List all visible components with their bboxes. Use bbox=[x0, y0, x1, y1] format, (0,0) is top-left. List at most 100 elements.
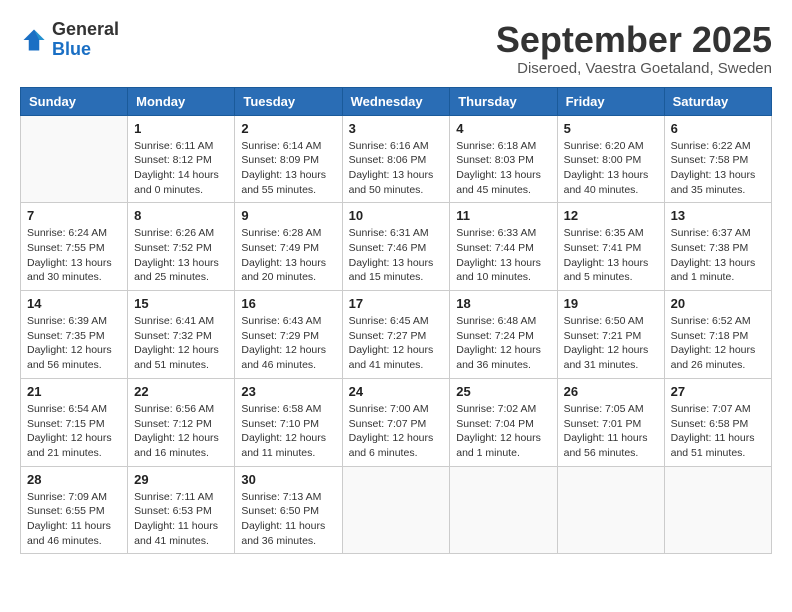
calendar-cell: 24 Sunrise: 7:00 AMSunset: 7:07 PMDayligh… bbox=[342, 378, 450, 466]
calendar-cell bbox=[557, 466, 664, 554]
calendar-cell: 30Sunrise: 7:13 AMSunset: 6:50 PMDayligh… bbox=[235, 466, 342, 554]
calendar-cell: 14Sunrise: 6:39 AMSunset: 7:35 PMDayligh… bbox=[21, 291, 128, 379]
calendar-cell: 17Sunrise: 6:45 AMSunset: 7:27 PMDayligh… bbox=[342, 291, 450, 379]
calendar-cell: 16Sunrise: 6:43 AMSunset: 7:29 PMDayligh… bbox=[235, 291, 342, 379]
day-info: Sunrise: 6:52 AMSunset: 7:18 PMDaylight:… bbox=[671, 314, 765, 373]
week-row-4: 21 Sunrise: 6:54 AMSunset: 7:15 PMDayligh… bbox=[21, 378, 772, 466]
logo-icon bbox=[20, 26, 48, 54]
day-info: Sunrise: 7:07 AMSunset: 6:58 PMDaylight:… bbox=[671, 402, 765, 461]
day-info: Sunrise: 6:50 AMSunset: 7:21 PMDaylight:… bbox=[564, 314, 658, 373]
calendar-cell: 20 Sunrise: 6:52 AMSunset: 7:18 PMDayligh… bbox=[664, 291, 771, 379]
calendar-cell bbox=[342, 466, 450, 554]
location: Diseroed, Vaestra Goetaland, Sweden bbox=[496, 60, 772, 77]
day-info: Sunrise: 6:16 AMSunset: 8:06 PMDaylight:… bbox=[349, 139, 444, 198]
day-number: 27 bbox=[671, 384, 765, 399]
day-info: Sunrise: 6:18 AMSunset: 8:03 PMDaylight:… bbox=[456, 139, 550, 198]
calendar-cell: 3 Sunrise: 6:16 AMSunset: 8:06 PMDaylight… bbox=[342, 115, 450, 203]
logo-text: General Blue bbox=[52, 20, 119, 60]
day-info: Sunrise: 7:05 AMSunset: 7:01 PMDaylight:… bbox=[564, 402, 658, 461]
week-row-2: 7Sunrise: 6:24 AMSunset: 7:55 PMDaylight… bbox=[21, 203, 772, 291]
weekday-header-row: SundayMondayTuesdayWednesdayThursdayFrid… bbox=[21, 87, 772, 115]
calendar-cell: 19 Sunrise: 6:50 AMSunset: 7:21 PMDayligh… bbox=[557, 291, 664, 379]
day-number: 21 bbox=[27, 384, 121, 399]
day-number: 10 bbox=[349, 208, 444, 223]
calendar-cell: 5 Sunrise: 6:20 AMSunset: 8:00 PMDaylight… bbox=[557, 115, 664, 203]
calendar-cell: 18 Sunrise: 6:48 AMSunset: 7:24 PMDayligh… bbox=[450, 291, 557, 379]
day-info: Sunrise: 6:35 AMSunset: 7:41 PMDaylight:… bbox=[564, 226, 658, 285]
day-info: Sunrise: 7:00 AMSunset: 7:07 PMDaylight:… bbox=[349, 402, 444, 461]
calendar-cell: 7Sunrise: 6:24 AMSunset: 7:55 PMDaylight… bbox=[21, 203, 128, 291]
calendar-cell: 1Sunrise: 6:11 AMSunset: 8:12 PMDaylight… bbox=[128, 115, 235, 203]
day-info: Sunrise: 6:39 AMSunset: 7:35 PMDaylight:… bbox=[27, 314, 121, 373]
day-number: 20 bbox=[671, 296, 765, 311]
weekday-header-sunday: Sunday bbox=[21, 87, 128, 115]
day-info: Sunrise: 6:56 AMSunset: 7:12 PMDaylight:… bbox=[134, 402, 228, 461]
month-title: September 2025 bbox=[496, 20, 772, 60]
day-number: 18 bbox=[456, 296, 550, 311]
day-number: 2 bbox=[241, 121, 335, 136]
day-number: 28 bbox=[27, 472, 121, 487]
calendar-cell bbox=[21, 115, 128, 203]
day-number: 5 bbox=[564, 121, 658, 136]
weekday-header-friday: Friday bbox=[557, 87, 664, 115]
week-row-5: 28 Sunrise: 7:09 AMSunset: 6:55 PMDayligh… bbox=[21, 466, 772, 554]
weekday-header-saturday: Saturday bbox=[664, 87, 771, 115]
day-number: 30 bbox=[241, 472, 335, 487]
day-number: 17 bbox=[349, 296, 444, 311]
day-info: Sunrise: 6:43 AMSunset: 7:29 PMDaylight:… bbox=[241, 314, 335, 373]
calendar-cell bbox=[450, 466, 557, 554]
day-number: 22 bbox=[134, 384, 228, 399]
day-number: 12 bbox=[564, 208, 658, 223]
day-info: Sunrise: 6:31 AMSunset: 7:46 PMDaylight:… bbox=[349, 226, 444, 285]
weekday-header-monday: Monday bbox=[128, 87, 235, 115]
day-number: 25 bbox=[456, 384, 550, 399]
title-block: September 2025 Diseroed, Vaestra Goetala… bbox=[496, 20, 772, 77]
day-info: Sunrise: 6:41 AMSunset: 7:32 PMDaylight:… bbox=[134, 314, 228, 373]
weekday-header-tuesday: Tuesday bbox=[235, 87, 342, 115]
logo-line1: General bbox=[52, 20, 119, 40]
day-info: Sunrise: 6:28 AMSunset: 7:49 PMDaylight:… bbox=[241, 226, 335, 285]
day-number: 11 bbox=[456, 208, 550, 223]
calendar-cell: 2 Sunrise: 6:14 AMSunset: 8:09 PMDaylight… bbox=[235, 115, 342, 203]
day-info: Sunrise: 6:58 AMSunset: 7:10 PMDaylight:… bbox=[241, 402, 335, 461]
calendar-cell bbox=[664, 466, 771, 554]
page-header: General Blue September 2025 Diseroed, Va… bbox=[20, 20, 772, 77]
day-number: 19 bbox=[564, 296, 658, 311]
day-info: Sunrise: 6:20 AMSunset: 8:00 PMDaylight:… bbox=[564, 139, 658, 198]
calendar-cell: 29Sunrise: 7:11 AMSunset: 6:53 PMDayligh… bbox=[128, 466, 235, 554]
calendar-cell: 21 Sunrise: 6:54 AMSunset: 7:15 PMDayligh… bbox=[21, 378, 128, 466]
weekday-header-thursday: Thursday bbox=[450, 87, 557, 115]
day-info: Sunrise: 6:22 AMSunset: 7:58 PMDaylight:… bbox=[671, 139, 765, 198]
logo-line2: Blue bbox=[52, 40, 119, 60]
calendar-cell: 13Sunrise: 6:37 AMSunset: 7:38 PMDayligh… bbox=[664, 203, 771, 291]
day-info: Sunrise: 6:54 AMSunset: 7:15 PMDaylight:… bbox=[27, 402, 121, 461]
day-number: 8 bbox=[134, 208, 228, 223]
calendar-cell: 27 Sunrise: 7:07 AMSunset: 6:58 PMDayligh… bbox=[664, 378, 771, 466]
calendar-cell: 15Sunrise: 6:41 AMSunset: 7:32 PMDayligh… bbox=[128, 291, 235, 379]
day-info: Sunrise: 7:09 AMSunset: 6:55 PMDaylight:… bbox=[27, 490, 121, 549]
calendar-cell: 26 Sunrise: 7:05 AMSunset: 7:01 PMDayligh… bbox=[557, 378, 664, 466]
weekday-header-wednesday: Wednesday bbox=[342, 87, 450, 115]
calendar-cell: 12 Sunrise: 6:35 AMSunset: 7:41 PMDayligh… bbox=[557, 203, 664, 291]
calendar-table: SundayMondayTuesdayWednesdayThursdayFrid… bbox=[20, 87, 772, 555]
day-info: Sunrise: 6:14 AMSunset: 8:09 PMDaylight:… bbox=[241, 139, 335, 198]
calendar-cell: 6Sunrise: 6:22 AMSunset: 7:58 PMDaylight… bbox=[664, 115, 771, 203]
day-number: 26 bbox=[564, 384, 658, 399]
day-number: 3 bbox=[349, 121, 444, 136]
calendar-cell: 11Sunrise: 6:33 AMSunset: 7:44 PMDayligh… bbox=[450, 203, 557, 291]
calendar-cell: 4Sunrise: 6:18 AMSunset: 8:03 PMDaylight… bbox=[450, 115, 557, 203]
calendar-cell: 8Sunrise: 6:26 AMSunset: 7:52 PMDaylight… bbox=[128, 203, 235, 291]
day-number: 29 bbox=[134, 472, 228, 487]
week-row-1: 1Sunrise: 6:11 AMSunset: 8:12 PMDaylight… bbox=[21, 115, 772, 203]
day-info: Sunrise: 6:48 AMSunset: 7:24 PMDaylight:… bbox=[456, 314, 550, 373]
calendar-cell: 9 Sunrise: 6:28 AMSunset: 7:49 PMDaylight… bbox=[235, 203, 342, 291]
day-number: 24 bbox=[349, 384, 444, 399]
logo: General Blue bbox=[20, 20, 119, 60]
day-number: 9 bbox=[241, 208, 335, 223]
day-info: Sunrise: 6:11 AMSunset: 8:12 PMDaylight:… bbox=[134, 139, 228, 198]
calendar-cell: 28 Sunrise: 7:09 AMSunset: 6:55 PMDayligh… bbox=[21, 466, 128, 554]
day-number: 23 bbox=[241, 384, 335, 399]
calendar-cell: 22 Sunrise: 6:56 AMSunset: 7:12 PMDayligh… bbox=[128, 378, 235, 466]
week-row-3: 14Sunrise: 6:39 AMSunset: 7:35 PMDayligh… bbox=[21, 291, 772, 379]
calendar-cell: 25Sunrise: 7:02 AMSunset: 7:04 PMDayligh… bbox=[450, 378, 557, 466]
